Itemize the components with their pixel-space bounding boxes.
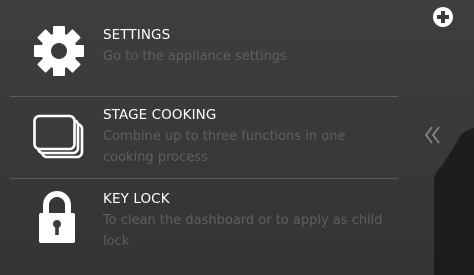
double-chevron-left-icon[interactable] xyxy=(424,124,442,146)
settings-title: SETTINGS xyxy=(103,27,171,43)
key-lock-description: To clean the dashboard or to apply as ch… xyxy=(103,213,383,249)
menu-item-settings[interactable]: SETTINGS Go to the appliance settings xyxy=(0,14,408,96)
key-lock-title: KEY LOCK xyxy=(103,191,170,207)
side-panel xyxy=(420,0,474,275)
stage-cooking-description: Combine up to three functions in one coo… xyxy=(103,129,346,165)
screen: SETTINGS Go to the appliance settings ST… xyxy=(0,0,474,275)
plus-circle-icon[interactable] xyxy=(432,6,454,28)
stacked-pages-icon xyxy=(33,114,84,159)
settings-description: Go to the appliance settings xyxy=(103,49,287,64)
gear-icon xyxy=(34,26,84,76)
stage-cooking-title: STAGE COOKING xyxy=(103,107,217,123)
padlock-icon xyxy=(39,191,75,243)
menu-item-key-lock[interactable]: KEY LOCK To clean the dashboard or to ap… xyxy=(0,178,408,268)
menu-item-stage-cooking[interactable]: STAGE COOKING Combine up to three functi… xyxy=(0,96,408,178)
